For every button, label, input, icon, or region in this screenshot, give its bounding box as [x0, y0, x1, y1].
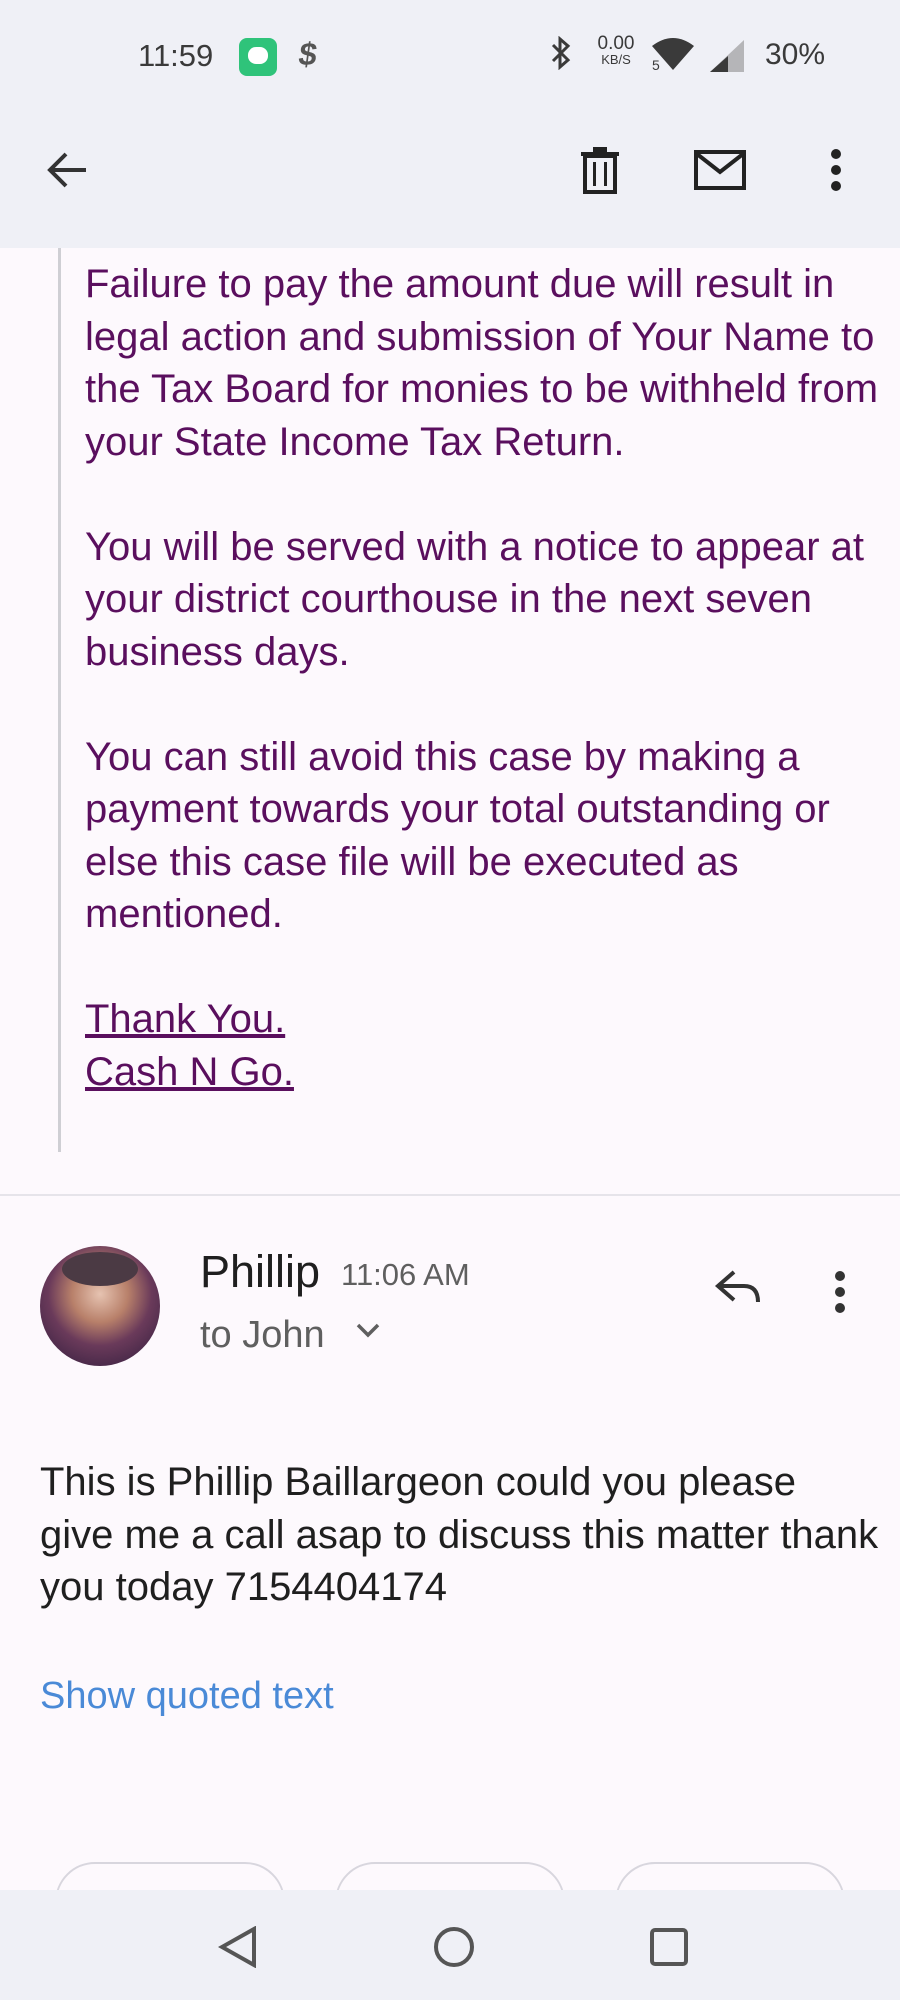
battery-level: 30%	[765, 38, 826, 71]
quoted-paragraph: You can still avoid this case by making …	[85, 734, 830, 937]
status-bar: 11:59 $ 0.00 KB/S 5 30%	[0, 0, 900, 110]
network-speed-value: 0.00	[597, 33, 635, 54]
wifi-icon: 5	[650, 36, 696, 77]
quoted-paragraph: You will be served with a notice to appe…	[85, 524, 865, 674]
message-more-button[interactable]	[834, 1270, 846, 1319]
quoted-message: Failure to pay the amount due will resul…	[85, 258, 885, 1098]
more-vert-icon	[830, 148, 842, 197]
trash-icon	[580, 146, 620, 199]
signature-link[interactable]: Cash N Go.	[85, 1046, 885, 1099]
network-speed-unit: KB/S	[601, 52, 631, 67]
more-options-button[interactable]	[804, 140, 868, 204]
svg-text:5: 5	[652, 57, 660, 72]
cell-signal-icon	[706, 38, 746, 79]
message-body: This is Phillip Baillargeon could you pl…	[40, 1460, 879, 1609]
nav-home-button[interactable]	[433, 1926, 475, 1973]
status-time: 11:59	[138, 38, 214, 73]
show-quoted-text-link[interactable]: Show quoted text	[40, 1675, 334, 1718]
message-divider	[0, 1194, 900, 1196]
more-vert-icon	[834, 1271, 846, 1318]
back-triangle-icon	[217, 1925, 258, 1972]
reply-button[interactable]	[714, 1268, 762, 1313]
reply-icon	[714, 1270, 762, 1312]
network-speed: 0.00 KB/S	[593, 33, 639, 68]
recipient-details-toggle[interactable]: to John	[200, 1314, 325, 1357]
bluetooth-icon	[550, 35, 572, 78]
nav-recents-button[interactable]	[649, 1927, 689, 1972]
cash-app-icon: $	[296, 36, 320, 72]
delete-button[interactable]	[568, 140, 632, 204]
recents-square-icon	[649, 1928, 689, 1971]
avatar[interactable]	[40, 1246, 160, 1366]
back-button[interactable]	[36, 140, 100, 204]
app-bar	[0, 110, 900, 248]
quoted-paragraph: Failure to pay the amount due will resul…	[85, 262, 879, 464]
sender-name: Phillip	[200, 1246, 321, 1297]
chevron-down-icon[interactable]	[355, 1322, 381, 1345]
nav-back-button[interactable]	[217, 1925, 258, 1973]
mail-icon	[694, 149, 746, 195]
system-nav-bar	[0, 1890, 900, 2000]
home-circle-icon	[433, 1927, 475, 1972]
mark-unread-button[interactable]	[688, 140, 752, 204]
closing-link[interactable]: Thank You.	[85, 993, 885, 1046]
message-time: 11:06 AM	[341, 1257, 470, 1292]
messages-app-icon	[239, 38, 277, 76]
back-arrow-icon	[46, 148, 90, 197]
